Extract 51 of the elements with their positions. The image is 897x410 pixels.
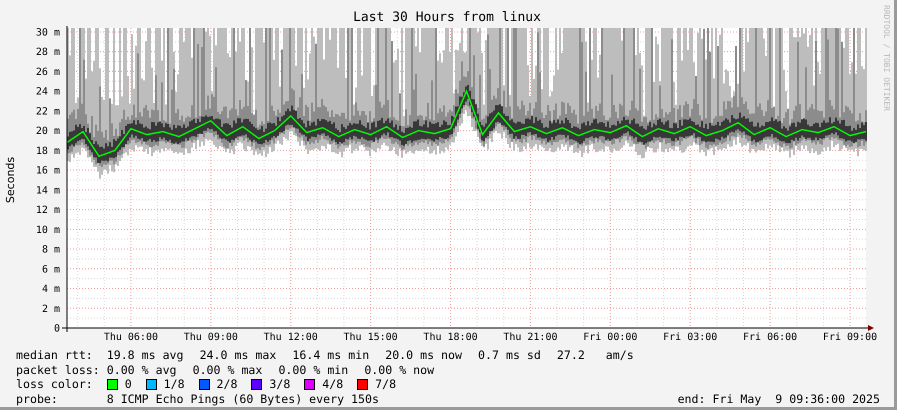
stat-value: 0.00 % min: [278, 362, 348, 377]
tick-label: 2 m: [42, 304, 60, 315]
tick-label: Fri 00:00: [583, 332, 638, 343]
tick-label: 30 m: [36, 27, 60, 38]
stat-value: 16.4 ms min: [292, 348, 370, 362]
tick-label: Fri 06:00: [743, 332, 798, 343]
tick-label: 26 m: [36, 66, 60, 78]
credit-text: RRDTOOL / TOBI OETIKER: [882, 5, 891, 111]
axis-label: Seconds: [4, 156, 17, 204]
legend-text: 0: [124, 377, 132, 392]
tick-label: Thu 06:00: [104, 332, 158, 343]
stat-value: 0.00 % avg: [106, 362, 177, 377]
stat-value: 27.2 am/s: [556, 348, 634, 362]
tick-label: 8 m: [42, 244, 60, 256]
legend-label: loss color:: [16, 377, 94, 392]
tick-label: Fri 03:00: [663, 332, 718, 343]
tick-label: 4 m: [42, 284, 60, 296]
probe-text: 8 ICMP Echo Pings (60 Bytes) every 150s: [106, 392, 379, 406]
tick-label: 22 m: [36, 106, 60, 118]
tick-label: 12 m: [36, 205, 60, 216]
tick-label: 6 m: [42, 264, 60, 276]
tick-label: 0: [54, 324, 60, 334]
stat-value: 19.8 ms avg: [106, 348, 184, 362]
stat-value: 20.0 ms now: [385, 348, 462, 362]
tick-label: Fri 09:00: [822, 332, 878, 343]
tick-label: 10 m: [36, 224, 60, 236]
tick-label: 24 m: [36, 86, 60, 98]
chart-title: Last 30 Hours from linux: [353, 10, 541, 25]
tick-label: 18 m: [36, 146, 60, 157]
tick-label: Thu 15:00: [344, 332, 398, 343]
stat-value: 24.0 ms max: [200, 348, 276, 362]
tick-label: Thu 21:00: [503, 332, 558, 343]
legend-label: probe:: [16, 392, 59, 406]
tick-label: Thu 09:00: [184, 332, 238, 343]
tick-label: 14 m: [36, 185, 60, 196]
tick-label: Thu 18:00: [423, 332, 478, 343]
legend-text: 2/8: [216, 377, 238, 392]
legend-text: 4/8: [322, 377, 344, 392]
legend-text: 3/8: [269, 377, 290, 392]
legend-text: 7/8: [375, 377, 396, 392]
legend-text: 1/8: [164, 377, 185, 392]
tick-label: 28 m: [36, 47, 60, 58]
legend-label: packet loss:: [16, 362, 101, 377]
legend-label: median rtt:: [16, 348, 94, 362]
tick-label: 16 m: [36, 166, 60, 177]
stat-value: 0.00 % now: [364, 362, 434, 377]
end-time: end: Fri May 9 09:36:00 2025: [678, 392, 880, 406]
tick-label: 20 m: [36, 126, 60, 138]
tick-label: Thu 12:00: [264, 332, 318, 343]
stat-value: 0.00 % max: [192, 362, 262, 377]
stat-value: 0.7 ms sd: [478, 348, 541, 362]
